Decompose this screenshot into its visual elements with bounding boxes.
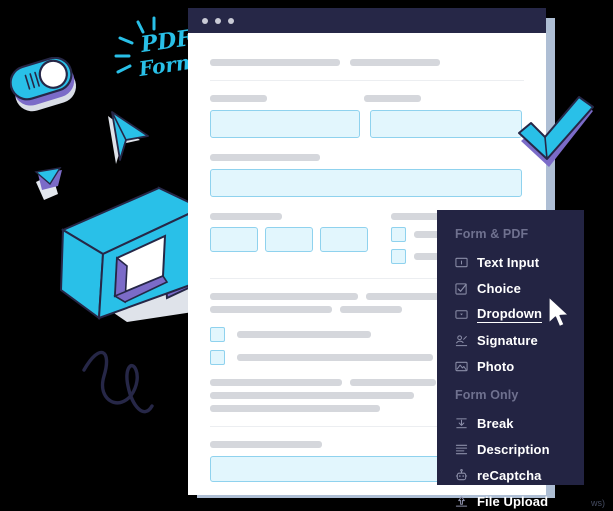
- wide-input-field[interactable]: [210, 169, 522, 197]
- signature-icon: [455, 334, 468, 346]
- menu-item-label: Choice: [477, 280, 521, 296]
- window-titlebar: [188, 8, 546, 33]
- menu-group-title-form-only: Form Only: [455, 388, 519, 402]
- list-label-1: [237, 331, 371, 338]
- file-upload-icon: [455, 495, 468, 507]
- text-bar: [340, 306, 402, 313]
- header-bar-2: [350, 59, 440, 66]
- menu-item-photo[interactable]: Photo: [437, 353, 584, 379]
- isometric-cube-illustration: [59, 186, 204, 322]
- window-dot-maximize[interactable]: [228, 17, 234, 24]
- paragraph-line-5: [210, 405, 380, 412]
- label-right: [364, 95, 421, 102]
- list-checkbox-1[interactable]: [210, 327, 225, 342]
- list-checkbox-2[interactable]: [210, 350, 225, 365]
- text-bar: [210, 293, 358, 300]
- input-field-left[interactable]: [210, 110, 360, 138]
- window-dot-close[interactable]: [202, 17, 208, 24]
- insert-element-menu: Form & PDF Text Input Choice Dropdown Si…: [437, 210, 584, 509]
- input-field-right[interactable]: [370, 110, 522, 138]
- menu-item-choice[interactable]: Choice: [437, 275, 584, 301]
- signature-squiggle-illustration: [82, 350, 154, 414]
- menu-item-description[interactable]: Description: [437, 436, 584, 462]
- document-header-row: [210, 59, 524, 66]
- small-field-1[interactable]: [210, 227, 258, 252]
- menu-item-text-input[interactable]: Text Input: [437, 249, 584, 275]
- menu-item-dropdown[interactable]: Dropdown: [437, 301, 584, 327]
- small-field-2[interactable]: [265, 227, 313, 252]
- divider-1: [210, 80, 524, 81]
- menu-item-label: Break: [477, 415, 514, 431]
- small-fold-illustration: [34, 167, 62, 200]
- checkbox-2[interactable]: [391, 249, 406, 264]
- dropdown-icon: [455, 309, 468, 319]
- small-field-3[interactable]: [320, 227, 368, 252]
- menu-item-label: reCaptcha: [477, 467, 542, 483]
- menu-item-label: Photo: [477, 358, 515, 374]
- label-left: [210, 95, 267, 102]
- triple-row-label: [210, 213, 282, 220]
- menu-item-label: Text Input: [477, 254, 540, 270]
- window-dot-minimize[interactable]: [215, 17, 221, 24]
- menu-item-file-upload[interactable]: File Upload: [437, 488, 584, 511]
- description-icon: [455, 444, 468, 454]
- text-input-icon: [455, 257, 468, 267]
- watermark-text: ws): [591, 498, 605, 508]
- handwritten-pdf: PDF: [138, 25, 195, 58]
- menu-item-break[interactable]: Break: [437, 410, 584, 436]
- paragraph-line-4: [210, 392, 414, 399]
- menu-item-label: Description: [477, 441, 550, 457]
- choice-icon: [455, 282, 467, 295]
- menu-item-recaptcha[interactable]: reCaptcha: [437, 462, 584, 488]
- header-bar-1: [210, 59, 340, 66]
- menu-item-label: Signature: [477, 332, 538, 348]
- text-bar: [350, 379, 436, 386]
- text-bar: [210, 379, 342, 386]
- wide-field-label: [210, 154, 320, 161]
- text-bar: [210, 306, 332, 313]
- break-icon: [456, 417, 467, 428]
- footer-label: [210, 441, 322, 448]
- menu-group-title-form-pdf: Form & PDF: [455, 227, 529, 241]
- checkbox-1[interactable]: [391, 227, 406, 242]
- toggle-switch-illustration: [10, 57, 77, 112]
- menu-item-label: Dropdown: [477, 305, 543, 323]
- paper-plane-cursor-illustration: [108, 111, 149, 164]
- recaptcha-icon: [455, 468, 468, 480]
- two-col-label-row: [210, 95, 524, 102]
- screenshot-root: PDF Form Form & PDF Text Input Choice Dr…: [0, 0, 613, 511]
- photo-icon: [455, 361, 468, 371]
- menu-item-label: File Upload: [477, 493, 549, 509]
- list-label-2: [237, 354, 433, 361]
- menu-item-signature[interactable]: Signature: [437, 327, 584, 353]
- pdf-form-handwriting: PDF Form: [114, 16, 198, 81]
- two-col-field-row: [210, 110, 524, 138]
